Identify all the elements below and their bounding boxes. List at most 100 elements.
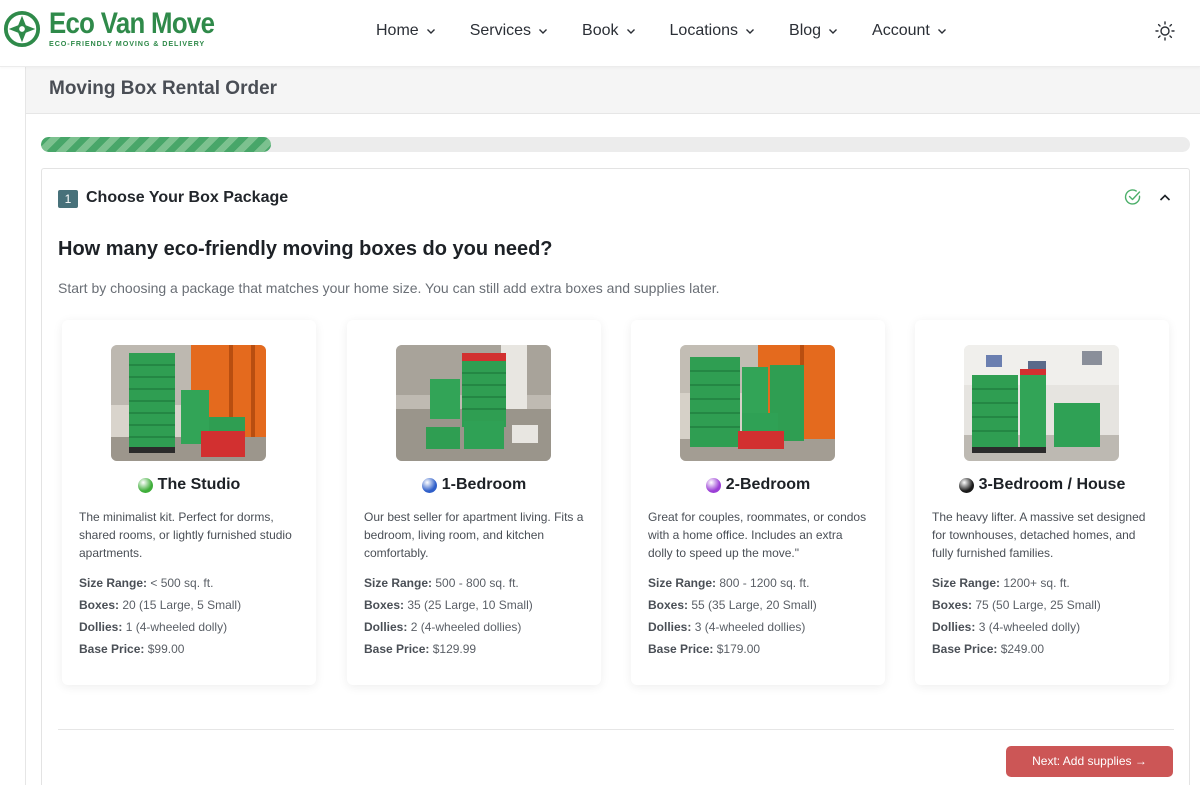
package-price: Base Price: $99.00 <box>79 642 184 656</box>
step-title[interactable]: Choose Your Box Package <box>86 189 288 207</box>
package-photo <box>964 345 1119 461</box>
package-size: Size Range: 1200+ sq. ft. <box>932 576 1070 590</box>
spec-value: 800 - 1200 sq. ft. <box>719 576 810 590</box>
chevron-down-icon <box>937 29 946 34</box>
spec-value: $99.00 <box>147 642 185 656</box>
nav-book[interactable]: Book <box>582 20 635 42</box>
logo[interactable]: Eco Van Move ECO-FRIENDLY MOVING & DELIV… <box>0 7 241 48</box>
panel-header: Moving Box Rental Order <box>26 67 1200 114</box>
spec-value: $179.00 <box>716 642 761 656</box>
spec-label: Boxes: <box>932 598 973 612</box>
chevron-down-icon <box>829 29 838 34</box>
package-dollies: Dollies: 1 (4-wheeled dolly) <box>79 620 227 634</box>
progress-bar <box>41 137 1190 152</box>
package-price: Base Price: $179.00 <box>648 642 760 656</box>
step-intro: Start by choosing a package that matches… <box>58 280 720 296</box>
package-name-text: 1-Bedroom <box>441 476 527 493</box>
package-card-studio[interactable]: The Studio The minimalist kit. Perfect f… <box>62 320 316 685</box>
next-add-supplies-button[interactable]: Next: Add supplies → <box>1006 746 1173 777</box>
spec-value: 55 (35 Large, 20 Small) <box>691 598 817 612</box>
nav-label: Services <box>469 22 532 39</box>
logo-subtitle: ECO-FRIENDLY MOVING & DELIVERY <box>49 39 206 48</box>
package-description: The heavy lifter. A massive set designed… <box>932 510 1146 560</box>
package-size: Size Range: 500 - 800 sq. ft. <box>364 576 519 590</box>
package-description: Great for couples, roommates, or condos … <box>648 510 867 560</box>
main-nav: Home Services Book Locations Blog Accoun… <box>376 20 981 42</box>
nav-services[interactable]: Services <box>470 20 548 42</box>
package-size: Size Range: < 500 sq. ft. <box>79 576 213 590</box>
package-price: Base Price: $129.99 <box>364 642 476 656</box>
package-name-text: 3-Bedroom / House <box>978 476 1126 493</box>
spec-value: 20 (15 Large, 5 Small) <box>122 598 242 612</box>
spec-label: Dollies: <box>648 620 692 634</box>
package-color-dot <box>421 477 437 493</box>
package-photo <box>396 345 551 461</box>
check-circle-icon <box>1124 189 1141 205</box>
step-question: How many eco-friendly moving boxes do yo… <box>58 238 553 260</box>
package-name: The Studio <box>62 476 316 494</box>
chevron-down-icon <box>626 29 635 34</box>
package-color-dot <box>137 477 153 493</box>
nav-locations[interactable]: Locations <box>670 20 756 42</box>
package-dollies: Dollies: 3 (4-wheeled dolly) <box>932 620 1080 634</box>
divider <box>58 729 1174 730</box>
logo-title: Eco Van Move <box>49 7 215 40</box>
package-description: The minimalist kit. Perfect for dorms, s… <box>79 510 292 560</box>
nav-label: Locations <box>669 22 739 39</box>
spec-value: 500 - 800 sq. ft. <box>435 576 519 590</box>
order-panel: Moving Box Rental Order 1 Choose Your Bo… <box>25 67 1200 785</box>
step-number-badge: 1 <box>58 190 78 208</box>
spec-label: Boxes: <box>364 598 405 612</box>
package-name: 1-Bedroom <box>347 476 601 494</box>
chevron-down-icon <box>426 29 435 34</box>
package-color-dot <box>705 477 721 493</box>
spec-label: Size Range: <box>364 576 433 590</box>
spec-value: 1200+ sq. ft. <box>1003 576 1070 590</box>
sun-icon[interactable] <box>1154 20 1176 42</box>
spec-label: Dollies: <box>932 620 976 634</box>
spec-value: 2 (4-wheeled dollies) <box>410 620 522 634</box>
spec-label: Size Range: <box>648 576 717 590</box>
spec-label: Base Price: <box>932 642 998 656</box>
package-card-3-bedroom-house[interactable]: 3-Bedroom / House The heavy lifter. A ma… <box>915 320 1169 685</box>
logo-compass-icon <box>3 10 41 48</box>
package-card-1-bedroom[interactable]: 1-Bedroom Our best seller for apartment … <box>347 320 601 685</box>
package-name-text: 2-Bedroom <box>725 476 811 493</box>
package-boxes: Boxes: 55 (35 Large, 20 Small) <box>648 598 817 612</box>
site-header: Eco Van Move ECO-FRIENDLY MOVING & DELIV… <box>0 0 1200 67</box>
nav-home[interactable]: Home <box>376 20 436 42</box>
nav-label: Book <box>582 22 619 39</box>
package-boxes: Boxes: 35 (25 Large, 10 Small) <box>364 598 533 612</box>
spec-value: 75 (50 Large, 25 Small) <box>975 598 1101 612</box>
spec-value: $249.00 <box>1000 642 1045 656</box>
spec-label: Dollies: <box>79 620 123 634</box>
spec-label: Base Price: <box>364 642 430 656</box>
page-title: Moving Box Rental Order <box>49 78 278 99</box>
spec-label: Base Price: <box>648 642 714 656</box>
spec-label: Base Price: <box>79 642 145 656</box>
spec-label: Boxes: <box>648 598 689 612</box>
nav-label: Blog <box>789 22 822 39</box>
nav-account[interactable]: Account <box>872 20 947 42</box>
package-size: Size Range: 800 - 1200 sq. ft. <box>648 576 809 590</box>
chevron-up-icon[interactable] <box>1158 191 1172 205</box>
spec-label: Dollies: <box>364 620 408 634</box>
spec-value: 3 (4-wheeled dollies) <box>694 620 806 634</box>
package-name: 2-Bedroom <box>631 476 885 494</box>
package-boxes: Boxes: 75 (50 Large, 25 Small) <box>932 598 1101 612</box>
package-photo <box>111 345 266 461</box>
progress-fill <box>41 137 271 152</box>
spec-label: Size Range: <box>932 576 1001 590</box>
spec-value: $129.99 <box>432 642 477 656</box>
package-price: Base Price: $249.00 <box>932 642 1044 656</box>
nav-blog[interactable]: Blog <box>789 20 838 42</box>
package-name: 3-Bedroom / House <box>915 476 1169 494</box>
chevron-down-icon <box>746 29 755 34</box>
package-boxes: Boxes: 20 (15 Large, 5 Small) <box>79 598 241 612</box>
spec-value: 35 (25 Large, 10 Small) <box>407 598 533 612</box>
package-photo <box>680 345 835 461</box>
package-card-2-bedroom[interactable]: 2-Bedroom Great for couples, roommates, … <box>631 320 885 685</box>
package-dollies: Dollies: 3 (4-wheeled dollies) <box>648 620 805 634</box>
package-dollies: Dollies: 2 (4-wheeled dollies) <box>364 620 521 634</box>
package-description: Our best seller for apartment living. Fi… <box>364 510 584 560</box>
